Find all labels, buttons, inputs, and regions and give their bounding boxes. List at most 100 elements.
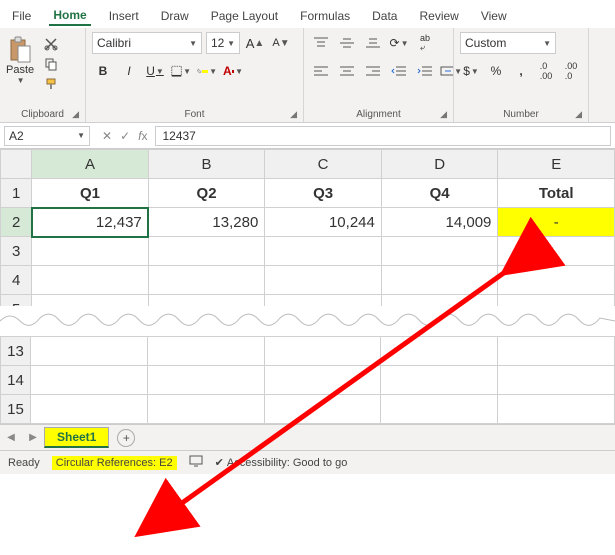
tab-review[interactable]: Review [415,7,462,25]
cell-D1[interactable]: Q4 [381,179,498,208]
cell[interactable] [32,237,149,266]
row-header-2[interactable]: 2 [1,208,32,237]
increase-font-icon[interactable]: A▲ [244,32,266,54]
font-name-select[interactable]: Calibri▼ [92,32,202,54]
comma-icon[interactable]: , [510,60,532,82]
font-color-icon[interactable]: A▼ [222,60,244,82]
cell[interactable] [32,266,149,295]
cell[interactable] [148,237,265,266]
cell[interactable] [264,395,381,424]
cell[interactable] [31,395,148,424]
cell[interactable] [147,395,264,424]
tab-formulas[interactable]: Formulas [296,7,354,25]
bold-button[interactable]: B [92,60,114,82]
column-header-A[interactable]: A [32,150,149,179]
cell-A1[interactable]: Q1 [32,179,149,208]
row-header-3[interactable]: 3 [1,237,32,266]
column-header-E[interactable]: E [498,150,615,179]
cancel-formula-icon[interactable]: ✕ [102,129,112,143]
italic-button[interactable]: I [118,60,140,82]
copy-icon[interactable] [40,56,62,72]
cell-B2[interactable]: 13,280 [148,208,265,237]
enter-formula-icon[interactable]: ✓ [120,129,130,143]
insert-function-icon[interactable]: fx [138,129,147,143]
cell[interactable] [381,366,498,395]
cell-C1[interactable]: Q3 [265,179,382,208]
cell[interactable] [498,337,615,366]
cell[interactable] [381,237,498,266]
cell[interactable] [498,237,615,266]
tab-draw[interactable]: Draw [157,7,193,25]
orientation-icon[interactable]: ⟳▼ [388,32,410,54]
tab-page-layout[interactable]: Page Layout [207,7,282,25]
increase-decimal-icon[interactable]: .0.00 [535,60,557,82]
increase-indent-icon[interactable] [414,60,436,82]
align-center-icon[interactable] [336,60,358,82]
decrease-font-icon[interactable]: A▼ [270,32,292,54]
format-painter-icon[interactable] [40,76,62,92]
align-bottom-icon[interactable] [362,32,384,54]
cell-E1[interactable]: Total [498,179,615,208]
cell[interactable] [381,395,498,424]
underline-button[interactable]: U▼ [144,60,166,82]
cell[interactable] [498,366,615,395]
cut-icon[interactable] [40,36,62,52]
clipboard-dialog-launcher-icon[interactable]: ◢ [72,109,79,120]
cell[interactable] [264,337,381,366]
sheet-nav-prev-icon[interactable]: ◀ [0,432,22,443]
cell[interactable] [147,337,264,366]
cell[interactable] [31,337,148,366]
cell-D2[interactable]: 14,009 [381,208,498,237]
paste-icon[interactable] [8,36,32,64]
number-dialog-launcher-icon[interactable]: ◢ [575,109,582,120]
tab-view[interactable]: View [477,7,511,25]
align-middle-icon[interactable] [336,32,358,54]
status-circular-reference[interactable]: Circular References: E2 [52,456,177,470]
row-header-4[interactable]: 4 [1,266,32,295]
wrap-text-icon[interactable]: ab⤶ [414,32,436,54]
sheet-nav-next-icon[interactable]: ▶ [22,432,44,443]
cell[interactable] [381,337,498,366]
currency-icon[interactable]: $▼ [460,60,482,82]
spreadsheet-grid-lower[interactable]: 13 14 15 [0,336,615,424]
paste-dropdown-icon[interactable]: ▼ [17,76,25,85]
alignment-dialog-launcher-icon[interactable]: ◢ [440,109,447,120]
cell-B1[interactable]: Q2 [148,179,265,208]
row-header-1[interactable]: 1 [1,179,32,208]
font-dialog-launcher-icon[interactable]: ◢ [290,109,297,120]
row-header-15[interactable]: 15 [1,395,31,424]
cell-A2[interactable]: 12,437 [32,208,149,237]
column-header-B[interactable]: B [148,150,265,179]
fill-color-icon[interactable]: ▼ [196,60,218,82]
tab-insert[interactable]: Insert [105,7,143,25]
cell[interactable] [264,366,381,395]
sheet-tab-sheet1[interactable]: Sheet1 [44,427,109,448]
cell-C2[interactable]: 10,244 [265,208,382,237]
cell[interactable] [265,266,382,295]
cell[interactable] [265,237,382,266]
column-header-D[interactable]: D [381,150,498,179]
formula-input[interactable]: 12437 [155,126,611,146]
decrease-indent-icon[interactable] [388,60,410,82]
align-right-icon[interactable] [362,60,384,82]
align-top-icon[interactable] [310,32,332,54]
number-format-select[interactable]: Custom▼ [460,32,556,54]
column-header-C[interactable]: C [265,150,382,179]
row-header-13[interactable]: 13 [1,337,31,366]
select-all-corner[interactable] [1,150,32,179]
tab-data[interactable]: Data [368,7,401,25]
row-header-14[interactable]: 14 [1,366,31,395]
cell-E2[interactable]: - [498,208,615,237]
align-left-icon[interactable] [310,60,332,82]
spreadsheet-grid[interactable]: A B C D E 1 Q1 Q2 Q3 Q4 Total 2 12,437 1… [0,149,615,324]
cell[interactable] [381,266,498,295]
tab-home[interactable]: Home [49,6,90,26]
paste-label[interactable]: Paste [6,64,34,76]
border-icon[interactable]: ▼ [170,60,192,82]
cell[interactable] [147,366,264,395]
font-size-select[interactable]: 12▼ [206,32,240,54]
display-settings-icon[interactable] [189,455,203,470]
name-box[interactable]: A2▼ [4,126,90,146]
add-sheet-icon[interactable]: + [117,429,135,447]
decrease-decimal-icon[interactable]: .00.0 [560,60,582,82]
